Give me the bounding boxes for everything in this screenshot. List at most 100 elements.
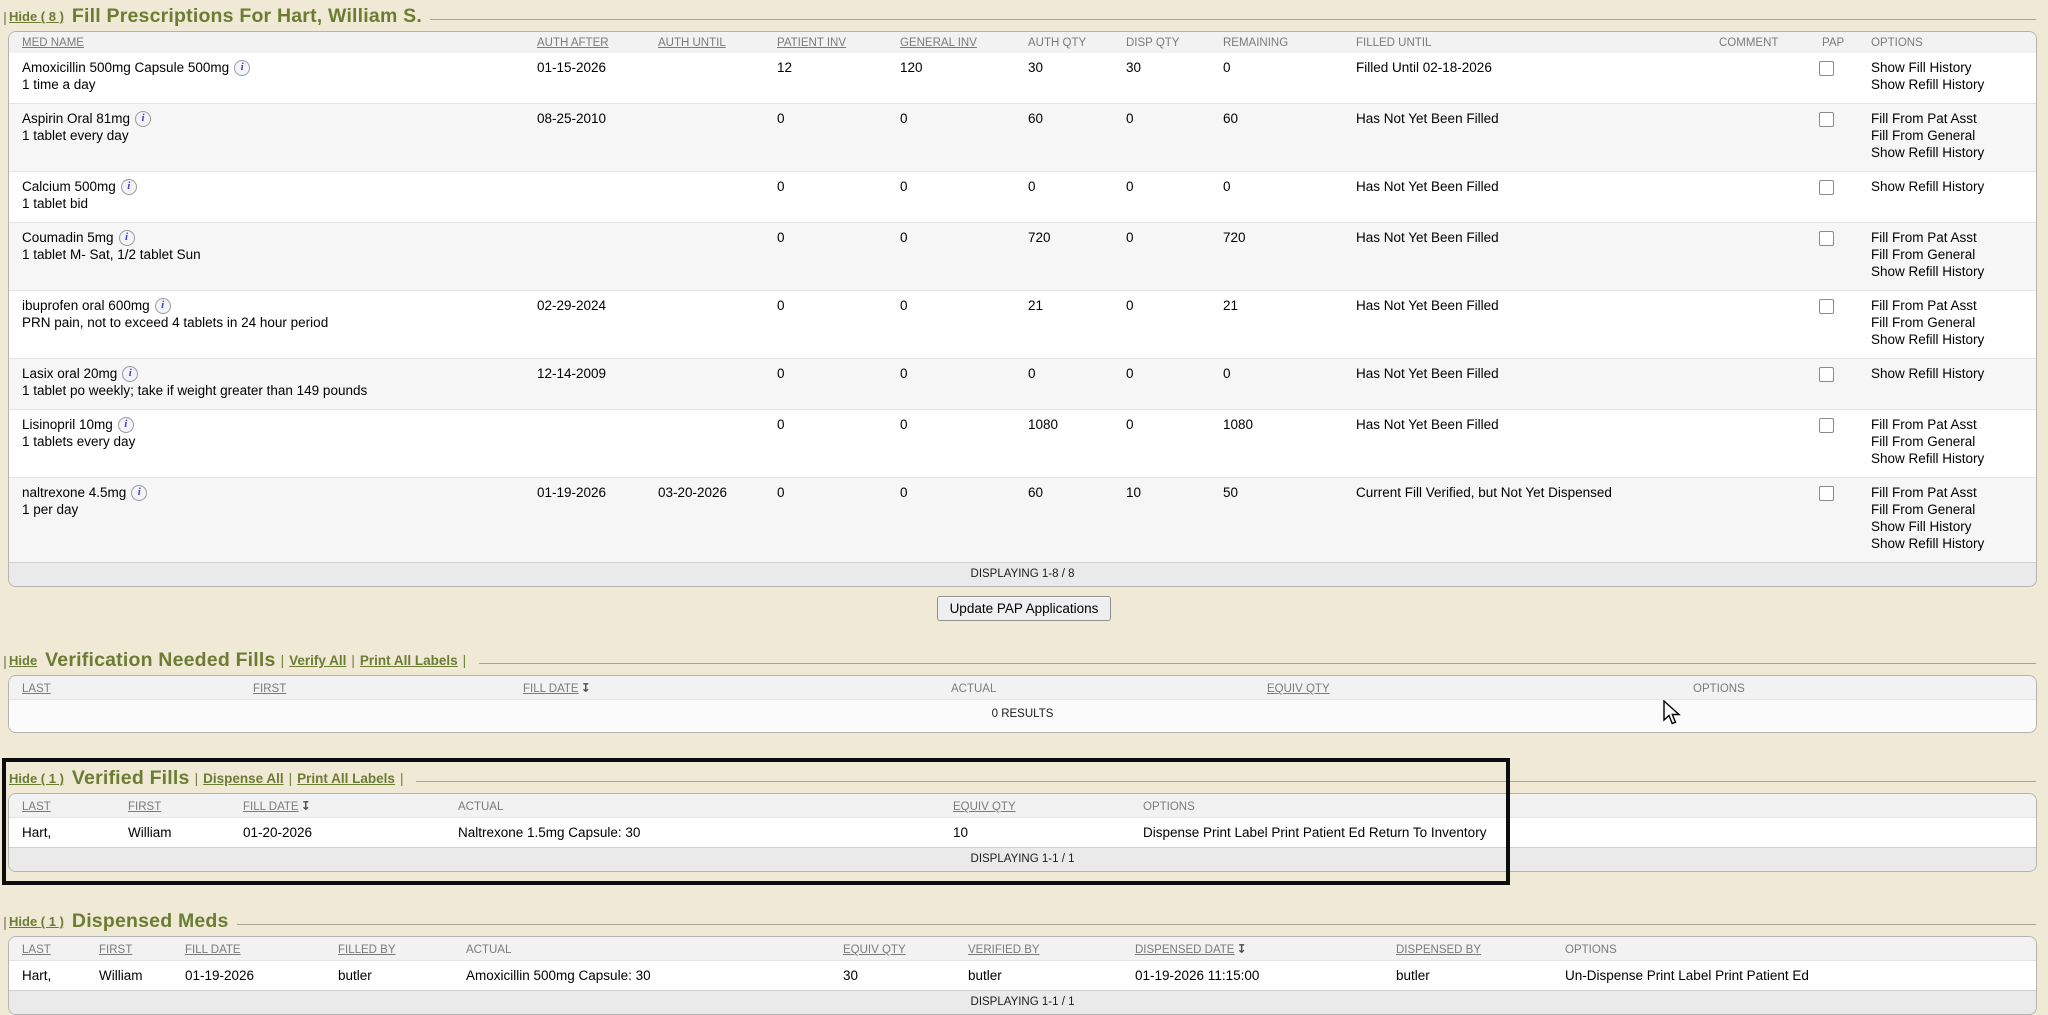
- column-header-med-name[interactable]: MED NAME: [9, 37, 529, 49]
- column-header-last[interactable]: LAST: [9, 944, 91, 956]
- option-link[interactable]: Fill From General: [1871, 246, 2032, 263]
- info-icon[interactable]: i: [118, 417, 134, 433]
- hide-verified-fills-link[interactable]: Hide ( 1 ): [9, 771, 64, 786]
- column-header-last[interactable]: LAST: [9, 801, 120, 813]
- fill-date-label[interactable]: FILL DATE: [243, 801, 299, 813]
- column-header-dispensed-by[interactable]: DISPENSED BY: [1388, 944, 1557, 956]
- pap-checkbox[interactable]: [1819, 367, 1834, 382]
- general-inv-cell: 0: [892, 172, 1020, 222]
- column-header-first[interactable]: FIRST: [120, 801, 235, 813]
- hide-fill-prescriptions-link[interactable]: Hide ( 8 ): [9, 9, 64, 24]
- options-cell[interactable]: Un-Dispense Print Label Print Patient Ed: [1557, 961, 2036, 990]
- column-header-equiv-qty[interactable]: EQUIV QTY: [1259, 683, 1685, 695]
- option-link[interactable]: Show Fill History: [1871, 518, 2032, 535]
- print-all-labels-link[interactable]: Print All Labels: [360, 653, 458, 668]
- pap-checkbox[interactable]: [1819, 418, 1834, 433]
- pap-button-bar: Update PAP Applications: [0, 596, 2048, 621]
- fill-date-label[interactable]: FILL DATE: [523, 683, 579, 695]
- column-header-actual: ACTUAL: [450, 801, 945, 813]
- pap-cell: [1814, 359, 1863, 409]
- update-pap-applications-button[interactable]: Update PAP Applications: [937, 596, 1112, 621]
- table-row: Hart, William 01-20-2026 Naltrexone 1.5m…: [9, 817, 2036, 847]
- option-link[interactable]: Show Refill History: [1871, 331, 2032, 348]
- column-header-verified-by[interactable]: VERIFIED BY: [960, 944, 1127, 956]
- options-cell: Show Refill History: [1863, 172, 2036, 222]
- pap-checkbox[interactable]: [1819, 299, 1834, 314]
- disp-qty-cell: 0: [1118, 410, 1215, 477]
- column-header-auth-after[interactable]: AUTH AFTER: [529, 37, 650, 49]
- column-header-dispensed-date[interactable]: DISPENSED DATE↧: [1127, 942, 1388, 956]
- med-name: Aspirin Oral 81mg: [22, 110, 130, 127]
- info-icon[interactable]: i: [135, 111, 151, 127]
- option-link[interactable]: Show Refill History: [1871, 76, 2032, 93]
- column-header-auth-until[interactable]: AUTH UNTIL: [650, 37, 769, 49]
- column-header-filled-by[interactable]: FILLED BY: [330, 944, 458, 956]
- option-link[interactable]: Fill From General: [1871, 433, 2032, 450]
- first-name-cell: William: [120, 818, 235, 847]
- verified-fills-title: Verified Fills: [72, 767, 190, 790]
- pap-cell: [1814, 291, 1863, 358]
- column-header-equiv-qty[interactable]: EQUIV QTY: [945, 801, 1135, 813]
- pap-checkbox[interactable]: [1819, 231, 1834, 246]
- column-header-equiv-qty[interactable]: EQUIV QTY: [835, 944, 960, 956]
- first-name-cell: William: [91, 961, 177, 990]
- option-link[interactable]: Fill From Pat Asst: [1871, 229, 2032, 246]
- table-row: Amoxicillin 500mg Capsule 500mgi 1 time …: [9, 53, 2036, 103]
- info-icon[interactable]: i: [131, 485, 147, 501]
- option-link[interactable]: Show Refill History: [1871, 450, 2032, 467]
- column-header-first[interactable]: FIRST: [245, 683, 515, 695]
- print-all-labels-link[interactable]: Print All Labels: [297, 771, 395, 786]
- verification-header-row: LAST FIRST FILL DATE↧ ACTUAL EQUIV QTY O…: [9, 676, 2036, 699]
- info-icon[interactable]: i: [234, 60, 250, 76]
- hide-dispensed-meds-link[interactable]: Hide ( 1 ): [9, 914, 64, 929]
- option-link[interactable]: Fill From Pat Asst: [1871, 297, 2032, 314]
- pap-cell: [1814, 104, 1863, 171]
- option-link[interactable]: Show Fill History: [1871, 59, 2032, 76]
- option-link[interactable]: Fill From General: [1871, 127, 2032, 144]
- pap-checkbox[interactable]: [1819, 486, 1834, 501]
- comment-cell: [1711, 53, 1814, 103]
- disp-qty-cell: 0: [1118, 223, 1215, 290]
- option-link[interactable]: Show Refill History: [1871, 144, 2032, 161]
- column-header-fill-date[interactable]: FILL DATE↧: [235, 799, 450, 813]
- hide-verification-link[interactable]: Hide: [9, 653, 37, 668]
- option-link[interactable]: Fill From Pat Asst: [1871, 110, 2032, 127]
- pap-checkbox[interactable]: [1819, 112, 1834, 127]
- pap-checkbox[interactable]: [1819, 180, 1834, 195]
- verified-fills-header-row: LAST FIRST FILL DATE↧ ACTUAL EQUIV QTY O…: [9, 794, 2036, 817]
- option-link[interactable]: Fill From Pat Asst: [1871, 416, 2032, 433]
- column-header-patient-inv[interactable]: PATIENT INV: [769, 37, 892, 49]
- verify-all-link[interactable]: Verify All: [289, 653, 346, 668]
- med-sig: 1 tablets every day: [22, 433, 525, 450]
- option-link[interactable]: Show Refill History: [1871, 178, 2032, 195]
- option-link[interactable]: Fill From Pat Asst: [1871, 484, 2032, 501]
- column-header-fill-date[interactable]: FILL DATE: [177, 944, 330, 956]
- option-link[interactable]: Show Refill History: [1871, 365, 2032, 382]
- options-cell[interactable]: Dispense Print Label Print Patient Ed Re…: [1135, 818, 2036, 847]
- info-icon[interactable]: i: [121, 179, 137, 195]
- column-header-fill-date[interactable]: FILL DATE↧: [515, 681, 943, 695]
- options-cell: Fill From Pat Asst Fill From General Sho…: [1863, 410, 2036, 477]
- auth-until-cell: [650, 104, 769, 171]
- actual-cell: Amoxicillin 500mg Capsule: 30: [458, 961, 835, 990]
- info-icon[interactable]: i: [122, 366, 138, 382]
- info-icon[interactable]: i: [119, 230, 135, 246]
- table-row: Aspirin Oral 81mgi 1 tablet every day 08…: [9, 103, 2036, 171]
- column-header-last[interactable]: LAST: [9, 683, 245, 695]
- pap-checkbox[interactable]: [1819, 61, 1834, 76]
- info-icon[interactable]: i: [155, 298, 171, 314]
- patient-inv-cell: 0: [769, 478, 892, 562]
- options-cell: Fill From Pat Asst Fill From General Sho…: [1863, 104, 2036, 171]
- auth-until-cell: [650, 223, 769, 290]
- med-cell: Calcium 500mgi 1 tablet bid: [9, 172, 529, 222]
- legend-separator: |: [463, 653, 467, 668]
- column-header-first[interactable]: FIRST: [91, 944, 177, 956]
- dispensed-meds-section: Hide ( 1 ) Dispensed Meds LAST FIRST FIL…: [0, 908, 2048, 1015]
- column-header-general-inv[interactable]: GENERAL INV: [892, 37, 1020, 49]
- option-link[interactable]: Fill From General: [1871, 314, 2032, 331]
- dispensed-date-label[interactable]: DISPENSED DATE: [1135, 944, 1234, 956]
- dispense-all-link[interactable]: Dispense All: [203, 771, 284, 786]
- option-link[interactable]: Show Refill History: [1871, 535, 2032, 552]
- option-link[interactable]: Show Refill History: [1871, 263, 2032, 280]
- option-link[interactable]: Fill From General: [1871, 501, 2032, 518]
